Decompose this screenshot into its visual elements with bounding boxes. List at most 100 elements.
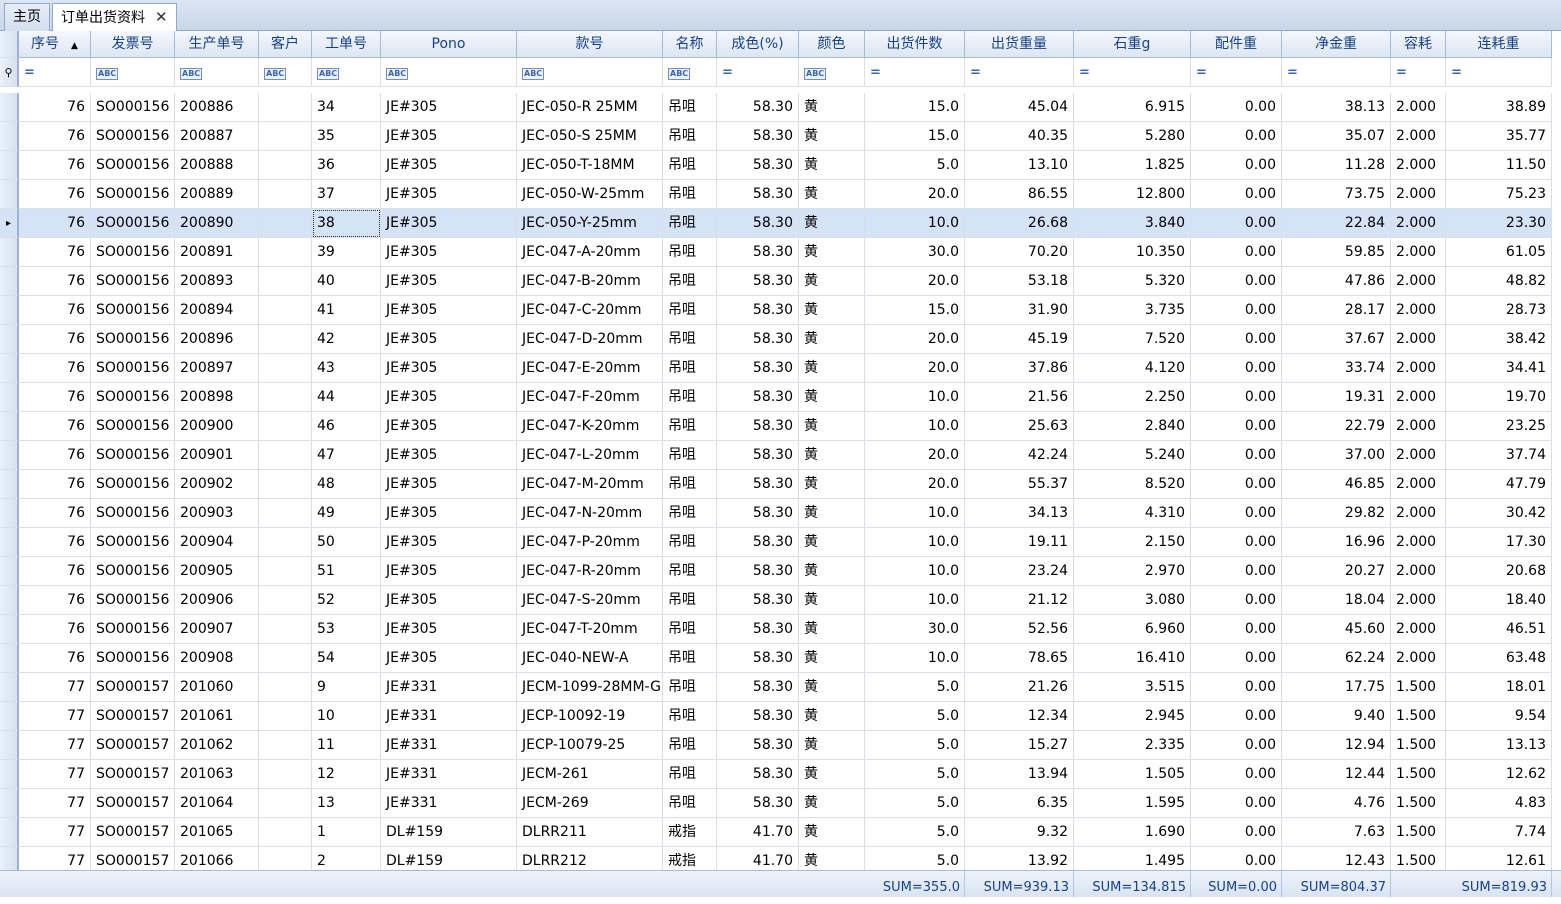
- row-indicator[interactable]: [0, 238, 19, 267]
- cell-customer[interactable]: [259, 557, 312, 586]
- cell-loss-weight[interactable]: 47.79: [1446, 470, 1552, 499]
- cell-invoice-no[interactable]: SO000156: [91, 615, 175, 644]
- cell-net-gold-weight[interactable]: 18.04: [1282, 586, 1391, 615]
- cell-seq-no[interactable]: 76: [19, 586, 91, 615]
- cell-seq-no[interactable]: 76: [19, 209, 91, 238]
- cell-net-gold-weight[interactable]: 19.31: [1282, 383, 1391, 412]
- cell-parts-weight[interactable]: 0.00: [1191, 760, 1282, 789]
- cell-style-no[interactable]: JEC-050-T-18MM: [517, 151, 663, 180]
- filter-cell-loss-weight[interactable]: =: [1446, 58, 1552, 87]
- cell-loss-weight[interactable]: 37.74: [1446, 441, 1552, 470]
- column-header-fineness[interactable]: 成色(%): [717, 31, 799, 58]
- filter-cell-invoice-no[interactable]: ABC: [91, 58, 175, 87]
- column-header-pono[interactable]: Pono: [381, 31, 517, 58]
- cell-net-gold-weight[interactable]: 45.60: [1282, 615, 1391, 644]
- cell-fineness[interactable]: 58.30: [717, 151, 799, 180]
- cell-color[interactable]: 黄: [799, 615, 865, 644]
- cell-pono[interactable]: JE#305: [381, 557, 517, 586]
- cell-ship-weight[interactable]: 86.55: [965, 180, 1074, 209]
- cell-net-gold-weight[interactable]: 7.63: [1282, 818, 1391, 847]
- row-indicator[interactable]: [0, 615, 19, 644]
- cell-loss-rate[interactable]: 1.500: [1391, 818, 1446, 847]
- cell-production-no[interactable]: 200888: [175, 151, 259, 180]
- cell-style-no[interactable]: JEC-047-D-20mm: [517, 325, 663, 354]
- cell-ship-weight[interactable]: 40.35: [965, 122, 1074, 151]
- cell-customer[interactable]: [259, 296, 312, 325]
- cell-fineness[interactable]: 58.30: [717, 209, 799, 238]
- cell-ship-pieces[interactable]: 5.0: [865, 673, 965, 702]
- cell-loss-rate[interactable]: 1.500: [1391, 760, 1446, 789]
- row-indicator[interactable]: [0, 267, 19, 296]
- cell-job-no[interactable]: 38: [312, 209, 381, 238]
- cell-production-no[interactable]: 201065: [175, 818, 259, 847]
- cell-job-no[interactable]: 1: [312, 818, 381, 847]
- cell-color[interactable]: 黄: [799, 441, 865, 470]
- cell-parts-weight[interactable]: 0.00: [1191, 441, 1282, 470]
- cell-net-gold-weight[interactable]: 22.79: [1282, 412, 1391, 441]
- cell-customer[interactable]: [259, 412, 312, 441]
- cell-style-no[interactable]: JEC-050-R 25MM: [517, 93, 663, 122]
- cell-fineness[interactable]: 58.30: [717, 296, 799, 325]
- cell-color[interactable]: 黄: [799, 354, 865, 383]
- cell-style-no[interactable]: JEC-047-A-20mm: [517, 238, 663, 267]
- cell-loss-rate[interactable]: 2.000: [1391, 151, 1446, 180]
- filter-cell-ship-pieces[interactable]: =: [865, 58, 965, 87]
- cell-loss-rate[interactable]: 1.500: [1391, 673, 1446, 702]
- row-indicator[interactable]: [0, 122, 19, 151]
- cell-fineness[interactable]: 58.30: [717, 354, 799, 383]
- cell-style-no[interactable]: JEC-047-E-20mm: [517, 354, 663, 383]
- cell-loss-rate[interactable]: 1.500: [1391, 702, 1446, 731]
- cell-job-no[interactable]: 47: [312, 441, 381, 470]
- cell-ship-weight[interactable]: 12.34: [965, 702, 1074, 731]
- cell-item-name[interactable]: 吊咀: [663, 238, 717, 267]
- cell-style-no[interactable]: JEC-047-R-20mm: [517, 557, 663, 586]
- cell-customer[interactable]: [259, 238, 312, 267]
- cell-stone-weight[interactable]: 2.970: [1074, 557, 1191, 586]
- cell-customer[interactable]: [259, 673, 312, 702]
- cell-color[interactable]: 黄: [799, 209, 865, 238]
- cell-seq-no[interactable]: 76: [19, 354, 91, 383]
- column-header-customer[interactable]: 客户: [259, 31, 312, 58]
- cell-ship-pieces[interactable]: 10.0: [865, 499, 965, 528]
- cell-ship-weight[interactable]: 45.19: [965, 325, 1074, 354]
- cell-parts-weight[interactable]: 0.00: [1191, 644, 1282, 673]
- cell-ship-pieces[interactable]: 20.0: [865, 470, 965, 499]
- tab-home[interactable]: 主页: [4, 3, 50, 31]
- cell-invoice-no[interactable]: SO000156: [91, 586, 175, 615]
- cell-customer[interactable]: [259, 383, 312, 412]
- cell-loss-weight[interactable]: 46.51: [1446, 615, 1552, 644]
- cell-parts-weight[interactable]: 0.00: [1191, 673, 1282, 702]
- cell-stone-weight[interactable]: 4.120: [1074, 354, 1191, 383]
- cell-production-no[interactable]: 200889: [175, 180, 259, 209]
- cell-invoice-no[interactable]: SO000157: [91, 731, 175, 760]
- cell-production-no[interactable]: 201062: [175, 731, 259, 760]
- row-indicator[interactable]: [0, 818, 19, 847]
- cell-job-no[interactable]: 52: [312, 586, 381, 615]
- cell-job-no[interactable]: 9: [312, 673, 381, 702]
- cell-stone-weight[interactable]: 6.960: [1074, 615, 1191, 644]
- cell-ship-weight[interactable]: 37.86: [965, 354, 1074, 383]
- cell-customer[interactable]: [259, 644, 312, 673]
- cell-pono[interactable]: JE#305: [381, 499, 517, 528]
- cell-fineness[interactable]: 58.30: [717, 122, 799, 151]
- cell-loss-rate[interactable]: 2.000: [1391, 354, 1446, 383]
- cell-style-no[interactable]: JEC-040-NEW-A: [517, 644, 663, 673]
- cell-net-gold-weight[interactable]: 4.76: [1282, 789, 1391, 818]
- cell-invoice-no[interactable]: SO000157: [91, 673, 175, 702]
- cell-loss-rate[interactable]: 2.000: [1391, 296, 1446, 325]
- cell-ship-pieces[interactable]: 15.0: [865, 122, 965, 151]
- cell-pono[interactable]: JE#331: [381, 731, 517, 760]
- row-indicator[interactable]: [0, 702, 19, 731]
- cell-parts-weight[interactable]: 0.00: [1191, 296, 1282, 325]
- cell-seq-no[interactable]: 76: [19, 267, 91, 296]
- filter-cell-fineness[interactable]: =: [717, 58, 799, 87]
- cell-production-no[interactable]: 201064: [175, 789, 259, 818]
- cell-item-name[interactable]: 吊咀: [663, 731, 717, 760]
- cell-job-no[interactable]: 54: [312, 644, 381, 673]
- cell-net-gold-weight[interactable]: 37.67: [1282, 325, 1391, 354]
- row-indicator[interactable]: [0, 673, 19, 702]
- cell-production-no[interactable]: 201061: [175, 702, 259, 731]
- cell-parts-weight[interactable]: 0.00: [1191, 557, 1282, 586]
- cell-ship-pieces[interactable]: 10.0: [865, 644, 965, 673]
- cell-parts-weight[interactable]: 0.00: [1191, 93, 1282, 122]
